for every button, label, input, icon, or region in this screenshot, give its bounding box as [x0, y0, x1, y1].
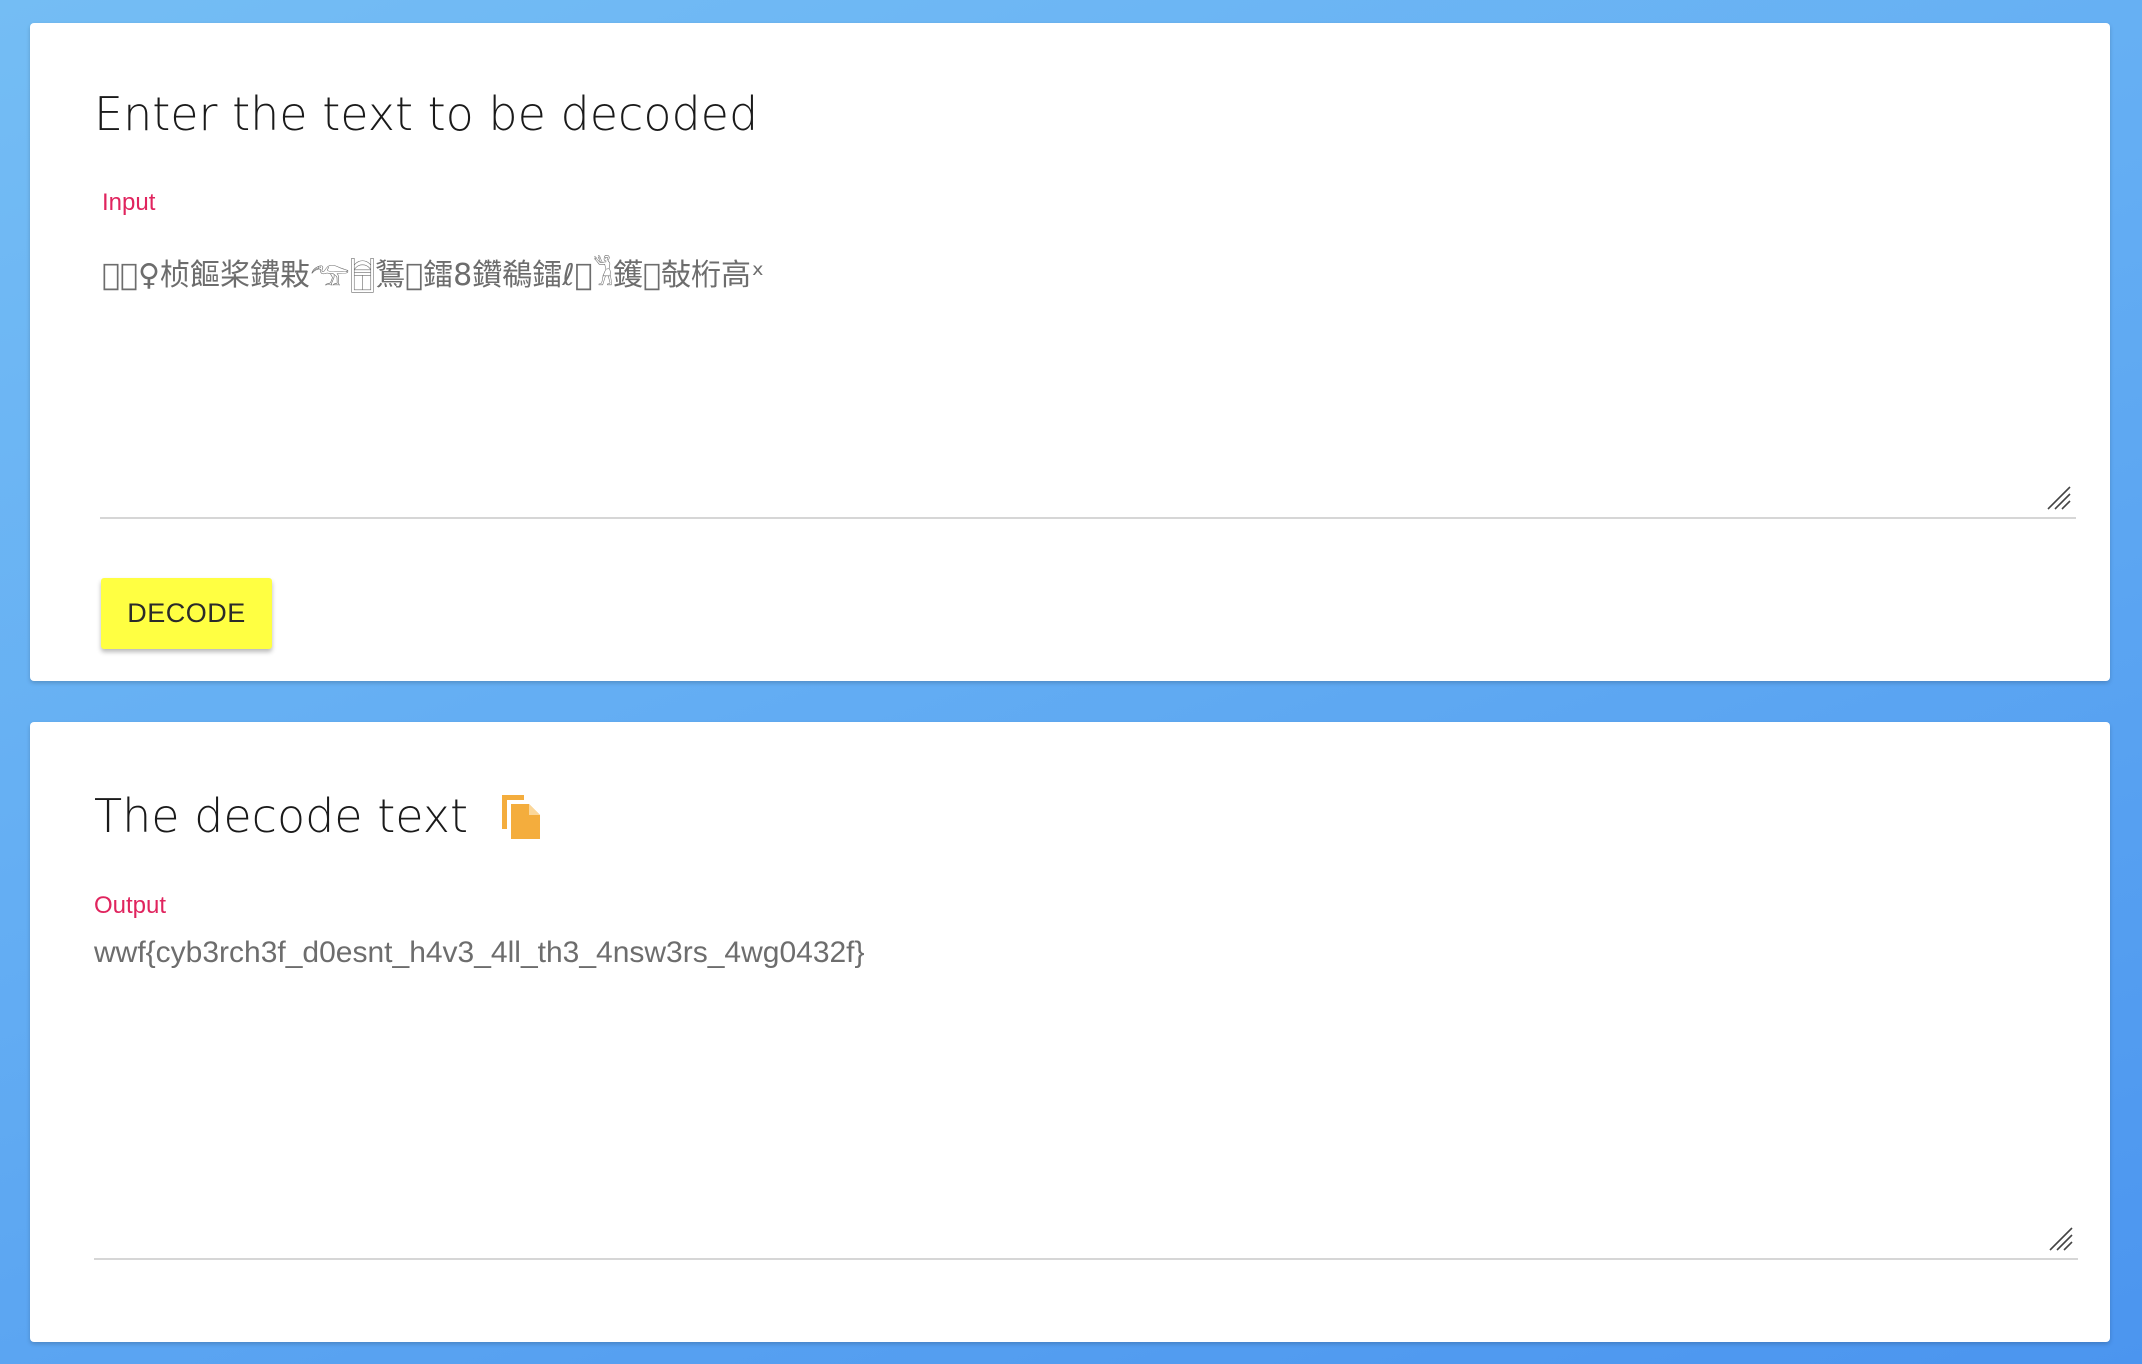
output-resize-handle-icon[interactable] — [2048, 1226, 2074, 1252]
decode-button[interactable]: DECODE — [101, 578, 272, 649]
output-field-label: Output — [94, 892, 167, 919]
input-card: Enter the text to be decoded Input   ♀桢饇… — [30, 23, 2110, 681]
input-field-label: Input — [102, 189, 156, 216]
input-resize-handle-icon[interactable] — [2046, 485, 2072, 511]
output-card: The decode text Output wwf{cyb3rch3f_d0e… — [30, 722, 2110, 1342]
output-card-title: The decode text — [94, 789, 469, 843]
output-textarea-value[interactable]: wwf{cyb3rch3f_d0esnt_h4v3_4ll_th3_4nsw3r… — [94, 938, 865, 968]
input-textarea-value[interactable]:   ♀桢饇桨鐨敤𓅠𓉰鵟 鐳8鑽鵗鐳ℓ 𓀢鑊 敧桁高ˣ — [102, 261, 764, 291]
output-textarea[interactable]: wwf{cyb3rch3f_d0esnt_h4v3_4ll_th3_4nsw3r… — [94, 932, 2078, 1260]
input-textarea[interactable]:   ♀桢饇桨鐨敤𓅠𓉰鵟 鐳8鑽鵗鐳ℓ 𓀢鑊 敧桁高ˣ — [100, 231, 2076, 519]
copy-icon[interactable] — [498, 792, 544, 842]
input-card-title: Enter the text to be decoded — [94, 87, 759, 141]
